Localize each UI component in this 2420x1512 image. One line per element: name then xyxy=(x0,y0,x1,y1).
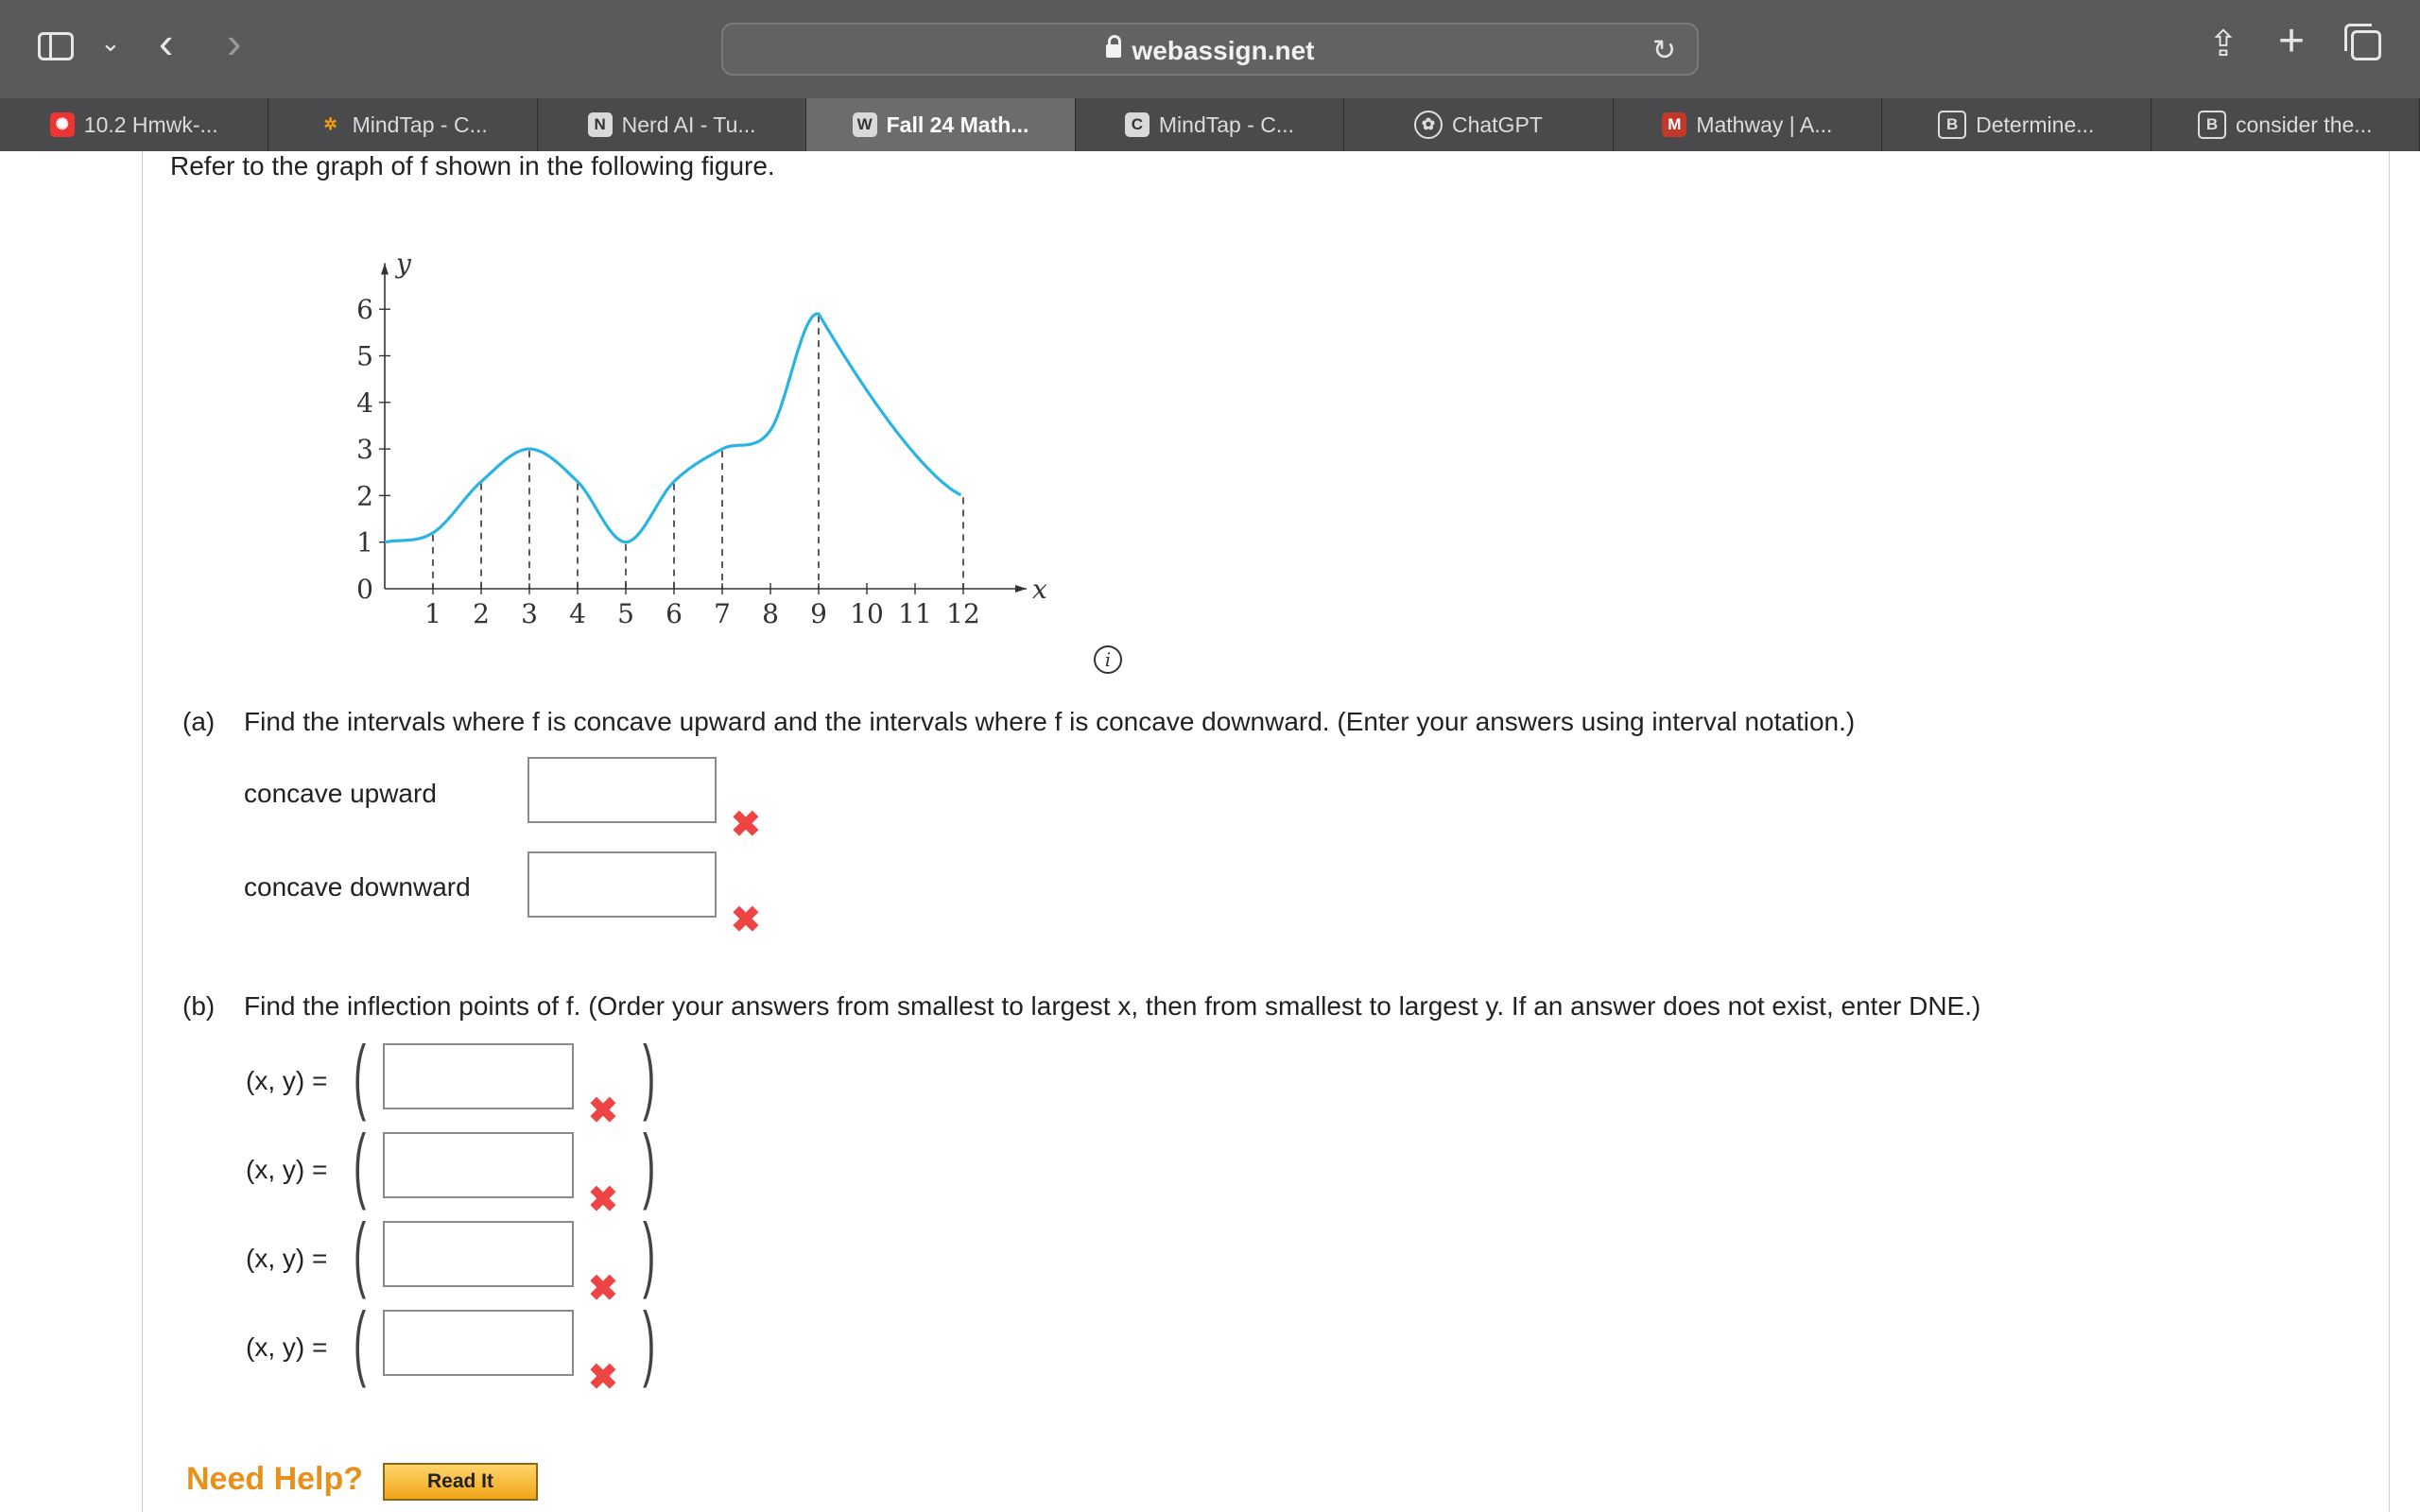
read-it-button[interactable]: Read It xyxy=(383,1463,538,1501)
bartleby-logo-icon: B xyxy=(1938,111,1967,139)
concave-upward-input[interactable] xyxy=(527,757,717,823)
problem-intro: Refer to the graph of f shown in the fol… xyxy=(170,151,775,180)
tab-label: 10.2 Hmwk-... xyxy=(83,112,218,137)
info-icon[interactable]: i xyxy=(1094,645,1122,674)
incorrect-mark-icon: ✖ xyxy=(731,901,761,940)
tab-label: consider the... xyxy=(2235,112,2373,137)
x-tick-label: 12 xyxy=(946,598,980,629)
x-tick-label: 9 xyxy=(810,598,827,629)
need-help-label: Need Help? xyxy=(186,1461,364,1497)
bartleby-logo-icon: B xyxy=(2197,111,2226,139)
close-paren: ) xyxy=(643,1117,656,1211)
incorrect-mark-icon: ✖ xyxy=(588,1180,618,1220)
function-curve xyxy=(384,312,962,544)
x-tick-label: 7 xyxy=(714,598,731,629)
x-tick-label: 5 xyxy=(617,598,634,629)
x-axis-label: x xyxy=(1032,574,1047,605)
tab-mathway[interactable]: M Mathway | A... xyxy=(1614,98,1883,151)
incorrect-mark-icon: ✖ xyxy=(588,1269,618,1309)
tab-label: MindTap - C... xyxy=(1158,112,1295,137)
part-b-prompt: Find the inflection points of f. (Order … xyxy=(244,991,1981,1021)
inflection-point-label-2: (x, y) = xyxy=(246,1155,328,1184)
tab-consider[interactable]: B consider the... xyxy=(2152,98,2420,151)
y-tick-label: 6 xyxy=(356,294,373,325)
new-tab-icon[interactable]: + xyxy=(2278,19,2305,64)
tab-overview-icon[interactable] xyxy=(2344,24,2381,60)
tab-webassign-hmwk[interactable]: ✺ 10.2 Hmwk-... xyxy=(0,98,269,151)
y-tick-label: 5 xyxy=(356,341,373,372)
tab-label: Mathway | A... xyxy=(1696,112,1833,137)
x-tick-label: 3 xyxy=(521,598,538,629)
y-tick-label: 2 xyxy=(356,480,373,511)
mathway-logo-icon: M xyxy=(1662,112,1687,137)
y-axis-arrow xyxy=(381,263,389,275)
x-tick-label: 11 xyxy=(898,598,932,629)
close-paren: ) xyxy=(643,1295,656,1388)
tab-label: Fall 24 Math... xyxy=(886,112,1029,137)
webassign-w-icon: W xyxy=(852,112,877,137)
inflection-point-label-1: (x, y) = xyxy=(246,1066,328,1095)
reload-icon[interactable]: ↻ xyxy=(1652,34,1676,67)
x-axis-arrow xyxy=(1015,585,1027,593)
y-tick-label: 4 xyxy=(356,387,373,419)
x-tick-label: 1 xyxy=(424,598,441,629)
concave-upward-label: concave upward xyxy=(244,779,437,808)
cengage-c-icon: C xyxy=(1124,112,1150,137)
x-tick-label: 4 xyxy=(569,598,586,629)
open-paren: ( xyxy=(354,1206,367,1299)
tab-chatgpt[interactable]: ✿ ChatGPT xyxy=(1344,98,1614,151)
inflection-point-input-4[interactable] xyxy=(383,1310,574,1376)
x-tick-label: 6 xyxy=(666,598,683,629)
function-graph: xy 1 2 3 4 5 6 7 8 9 10 11 120123456 xyxy=(356,249,1047,629)
tab-label: MindTap - C... xyxy=(352,112,488,137)
inflection-point-input-2[interactable] xyxy=(383,1132,574,1198)
inflection-point-input-1[interactable] xyxy=(383,1043,574,1109)
incorrect-mark-icon: ✖ xyxy=(588,1358,618,1398)
open-paren: ( xyxy=(354,1295,367,1388)
tab-mindtap-2[interactable]: C MindTap - C... xyxy=(1076,98,1345,151)
chevron-down-icon[interactable]: ⌄ xyxy=(100,28,121,58)
open-paren: ( xyxy=(354,1117,367,1211)
tab-label: Determine... xyxy=(1976,112,2095,137)
tab-nerd-ai[interactable]: N Nerd AI - Tu... xyxy=(538,98,807,151)
y-tick-label: 3 xyxy=(356,434,373,465)
part-b-label: (b) xyxy=(182,991,216,1021)
y-tick-label: 1 xyxy=(356,527,373,558)
concave-downward-input[interactable] xyxy=(527,851,717,918)
tab-determine[interactable]: B Determine... xyxy=(1882,98,2152,151)
mindtap-logo-icon: ✲ xyxy=(323,115,337,133)
sidebar-toggle-icon[interactable] xyxy=(38,32,74,60)
y-axis-label: y xyxy=(394,249,412,280)
tab-mindtap-1[interactable]: ✲ MindTap - C... xyxy=(268,98,538,151)
inflection-point-label-3: (x, y) = xyxy=(246,1244,328,1273)
x-tick-label: 10 xyxy=(850,598,884,629)
inflection-point-input-3[interactable] xyxy=(383,1221,574,1287)
incorrect-mark-icon: ✖ xyxy=(588,1091,618,1131)
nerd-ai-logo-icon: N xyxy=(587,112,613,137)
tab-label: ChatGPT xyxy=(1451,112,1543,137)
incorrect-mark-icon: ✖ xyxy=(731,805,761,845)
back-arrow-icon[interactable]: ‹ xyxy=(159,21,173,64)
url-text: webassign.net xyxy=(1132,36,1315,65)
chatgpt-logo-icon: ✿ xyxy=(1413,111,1443,139)
browser-toolbar: ⌄ ‹ › webassign.net ↻ ⇪ + xyxy=(0,0,2420,98)
forward-arrow-icon[interactable]: › xyxy=(227,21,241,64)
y-tick-label: 0 xyxy=(356,574,373,605)
tab-fall24-math[interactable]: W Fall 24 Math... xyxy=(806,98,1076,151)
close-paren: ) xyxy=(643,1028,656,1122)
lock-icon xyxy=(1105,34,1121,58)
share-icon[interactable]: ⇪ xyxy=(2208,23,2238,65)
x-tick-label: 8 xyxy=(762,598,779,629)
close-paren: ) xyxy=(643,1206,656,1299)
open-paren: ( xyxy=(354,1028,367,1122)
tab-bar: ✺ 10.2 Hmwk-... ✲ MindTap - C... N Nerd … xyxy=(0,98,2420,151)
inflection-point-label-4: (x, y) = xyxy=(246,1332,328,1362)
webassign-logo-icon: ✺ xyxy=(49,112,75,137)
tab-label: Nerd AI - Tu... xyxy=(621,112,756,137)
concave-downward-label: concave downward xyxy=(244,872,471,902)
address-bar[interactable]: webassign.net ↻ xyxy=(721,23,1699,76)
x-tick-label: 2 xyxy=(473,598,490,629)
part-a-label: (a) xyxy=(182,707,216,736)
part-a-prompt: Find the intervals where f is concave up… xyxy=(244,707,1856,736)
